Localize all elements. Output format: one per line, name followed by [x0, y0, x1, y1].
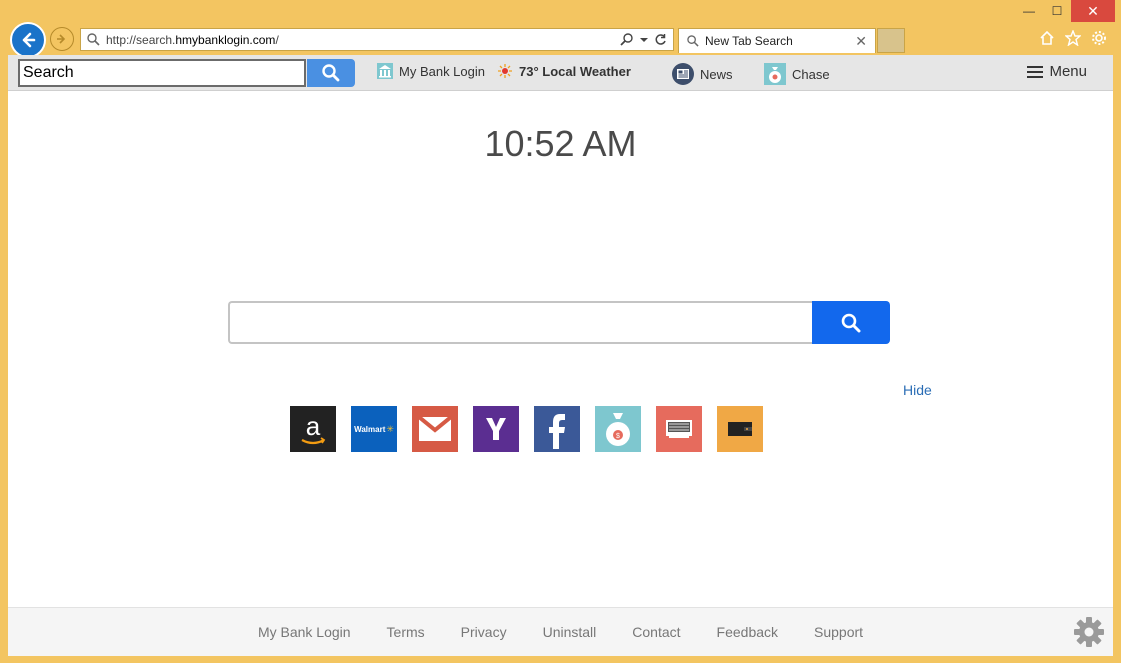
toolbar-search-button[interactable]: [307, 59, 355, 87]
search-icon: [841, 313, 861, 332]
search-icon: [687, 35, 699, 47]
toolbar-link-chase[interactable]: Chase: [764, 63, 830, 85]
svg-text:a: a: [306, 411, 321, 441]
wallet-tile[interactable]: [717, 406, 763, 452]
wallet-icon: [728, 422, 752, 436]
toolbar-link-news[interactable]: News: [672, 63, 733, 85]
tab-title: New Tab Search: [705, 34, 793, 48]
amazon-tile[interactable]: a: [290, 406, 336, 452]
forward-button[interactable]: [50, 27, 74, 51]
back-button[interactable]: [10, 22, 46, 58]
footer-link-contact[interactable]: Contact: [632, 624, 680, 640]
toolbar-link-label: Chase: [792, 66, 830, 82]
maximize-button[interactable]: ☐: [1043, 0, 1071, 22]
footer-link-privacy[interactable]: Privacy: [461, 624, 507, 640]
spark-icon: ✳: [386, 423, 394, 434]
main-search-input[interactable]: [228, 301, 812, 344]
browser-icons: [1039, 30, 1107, 46]
arrow-left-icon: [22, 32, 36, 48]
refresh-icon[interactable]: [654, 33, 667, 46]
svg-text:$: $: [616, 433, 620, 440]
money-bag-icon: $: [606, 413, 630, 446]
money-bag-icon: [764, 63, 786, 85]
footer-link-support[interactable]: Support: [814, 624, 863, 640]
toolbar-menu-button[interactable]: Menu: [1027, 63, 1087, 80]
footer-link-uninstall[interactable]: Uninstall: [543, 624, 597, 640]
footer-links: My Bank Login Terms Privacy Uninstall Co…: [8, 624, 1113, 640]
bank-icon: [377, 63, 393, 79]
toolbar-link-bank[interactable]: My Bank Login: [377, 63, 485, 79]
menu-label: Menu: [1049, 63, 1087, 80]
main-search-box: [228, 301, 890, 344]
new-tab-button[interactable]: [877, 28, 905, 53]
gear-icon: [1074, 617, 1104, 647]
address-bar[interactable]: http://search.hmybanklogin.com/: [80, 28, 674, 51]
url-text: http://search.hmybanklogin.com/: [106, 32, 279, 47]
amazon-icon: a: [301, 411, 326, 445]
address-tools: [620, 32, 673, 47]
sun-icon: [498, 64, 512, 78]
tab-close-icon[interactable]: ✕: [855, 33, 867, 50]
window-controls: — ☐ ✕: [1015, 0, 1115, 22]
walmart-label: Walmart: [354, 424, 386, 434]
newspaper-icon: [666, 420, 692, 438]
facebook-tile[interactable]: [534, 406, 580, 452]
footer-link-feedback[interactable]: Feedback: [717, 624, 778, 640]
mail-icon: [418, 416, 452, 441]
shortcut-tiles: a Walmart ✳ $: [290, 406, 763, 452]
bank-tile[interactable]: $: [595, 406, 641, 452]
yahoo-icon: [486, 418, 506, 440]
toolbar-link-label: News: [700, 66, 733, 82]
extension-toolbar: My Bank Login 73° Local Weather News: [8, 55, 1113, 91]
settings-button[interactable]: [1073, 616, 1105, 653]
main-search-button[interactable]: [812, 301, 890, 344]
toolbar-search-input[interactable]: [18, 59, 306, 87]
walmart-tile[interactable]: Walmart ✳: [351, 406, 397, 452]
gmail-tile[interactable]: [412, 406, 458, 452]
news-icon: [672, 63, 694, 85]
close-window-button[interactable]: ✕: [1071, 0, 1115, 22]
toolbar-link-label: My Bank Login: [399, 63, 485, 79]
footer-link-terms[interactable]: Terms: [387, 624, 425, 640]
toolbar-link-weather[interactable]: 73° Local Weather: [497, 63, 631, 79]
browser-tab-active[interactable]: New Tab Search ✕: [678, 28, 876, 53]
yahoo-tile[interactable]: [473, 406, 519, 452]
gear-icon[interactable]: [1091, 30, 1107, 46]
toolbar-link-label: 73° Local Weather: [519, 63, 631, 79]
page-footer: My Bank Login Terms Privacy Uninstall Co…: [8, 607, 1113, 656]
clock-time: 10:52 AM: [484, 123, 637, 164]
hamburger-icon: [1027, 65, 1044, 78]
browser-window: — ☐ ✕ http://search.hmybanklogin.com/ Ne…: [0, 0, 1121, 663]
hide-tiles-link[interactable]: Hide: [903, 382, 932, 398]
facebook-icon: [549, 414, 565, 449]
search-icon[interactable]: [620, 32, 634, 47]
chevron-down-icon[interactable]: [640, 36, 648, 44]
search-icon: [87, 33, 100, 46]
minimize-button[interactable]: —: [1015, 0, 1043, 22]
home-icon[interactable]: [1039, 30, 1055, 46]
arrow-right-icon: [57, 34, 66, 44]
footer-link-bank[interactable]: My Bank Login: [258, 624, 351, 640]
page-content: My Bank Login 73° Local Weather News: [8, 55, 1113, 656]
news-tile[interactable]: [656, 406, 702, 452]
search-icon: [322, 64, 340, 82]
star-icon[interactable]: [1065, 30, 1081, 46]
